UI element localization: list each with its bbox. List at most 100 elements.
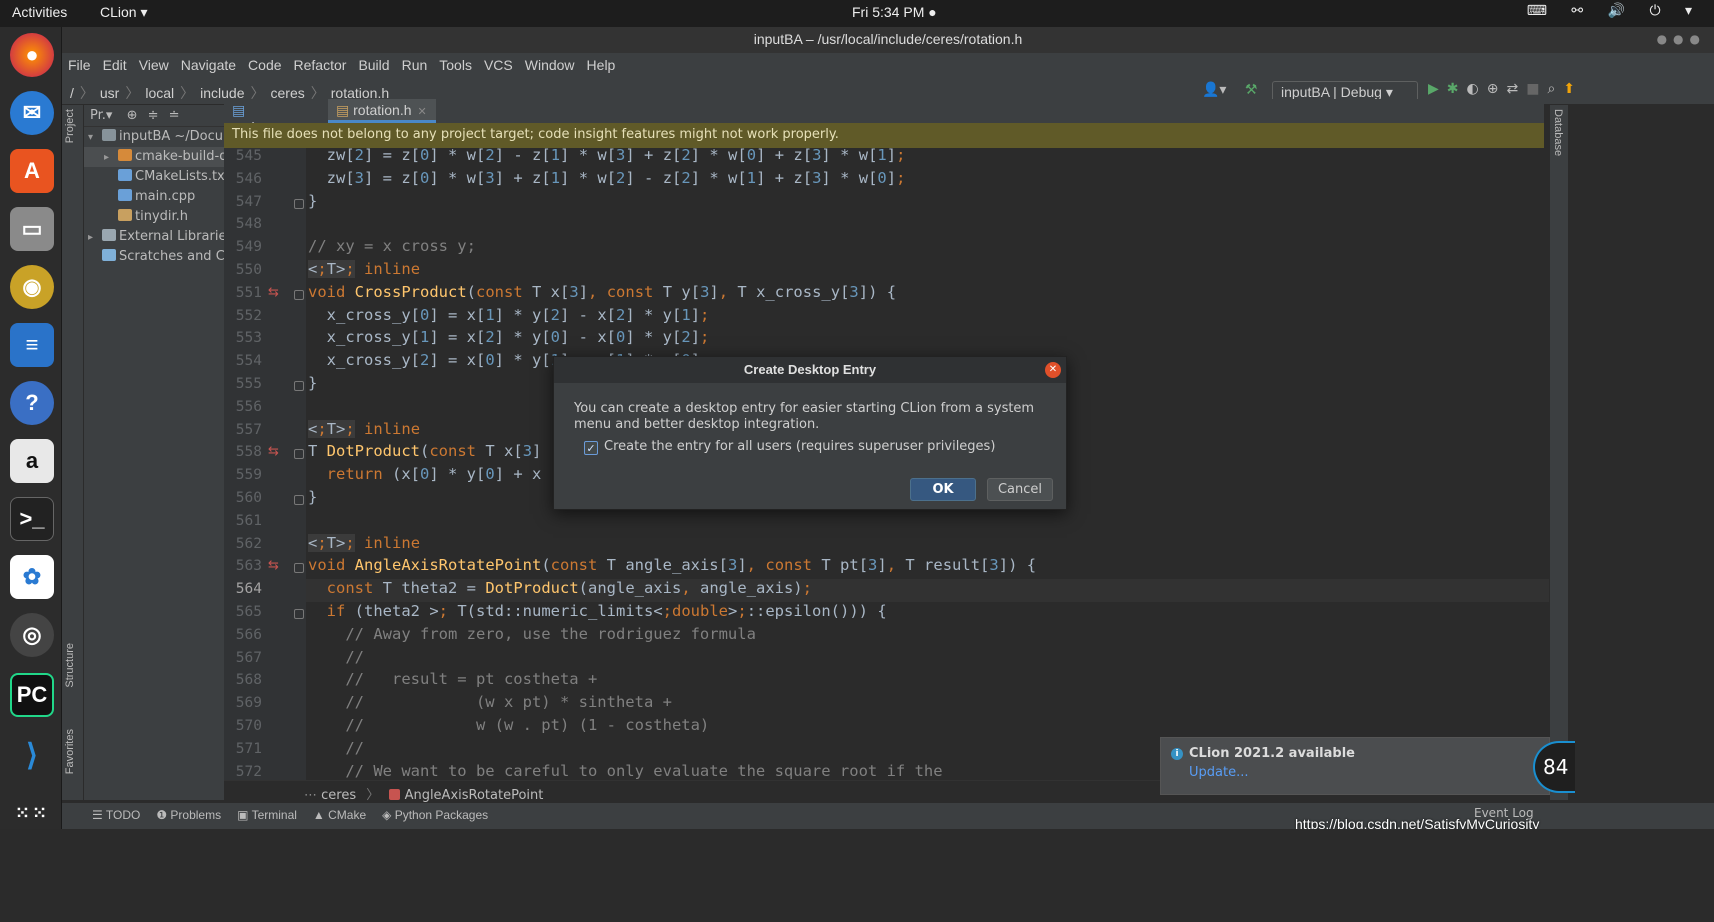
python-packages-tool-tab[interactable]: ◈ Python Packages [374,803,496,827]
fold-icon[interactable] [294,563,304,574]
eye-app-icon[interactable]: ◎ [10,613,54,657]
code-line[interactable]: zw[2] = z[0] * w[2] - z[1] * w[3] + z[2]… [308,148,906,164]
breadcrumb-usr[interactable]: usr [100,85,119,101]
code-line[interactable]: x_cross_y[1] = x[2] * y[0] - x[0] * y[2]… [308,328,710,346]
update-link[interactable]: Update... [1189,765,1521,780]
app-menu[interactable]: CLion ▾ [100,4,148,21]
project-tree-item[interactable]: tinydir.h [84,207,224,227]
attach-icon[interactable]: ⇄ [1506,81,1526,97]
thunderbird-icon[interactable]: ✉ [10,91,54,135]
help-icon[interactable]: ? [10,381,54,425]
fold-icon[interactable] [294,289,304,300]
menu-vcs[interactable]: VCS [478,53,519,73]
code-line[interactable]: } [308,192,317,210]
search-icon[interactable]: ⌕ [1547,81,1563,97]
activities-button[interactable]: Activities [12,4,67,20]
code-line[interactable]: // Away from zero, use the rodriguez for… [308,625,756,643]
window-controls[interactable]: ●●● [1657,32,1706,46]
code-line[interactable]: // result = pt costheta + [308,670,597,688]
code-line[interactable]: // xy = x cross y; [308,237,476,255]
vscode-icon[interactable]: ⟩ [10,733,54,777]
code-line[interactable]: const T theta2 = DotProduct(angle_axis, … [308,579,812,597]
menu-code[interactable]: Code [242,53,287,73]
menu-window[interactable]: Window [519,53,581,73]
code-line[interactable]: <;T>; inline [308,533,420,552]
expand-all-icon[interactable]: ≑ [148,108,159,123]
structure-tool-tab[interactable]: Structure [64,643,76,688]
baidu-netdisk-icon[interactable]: ✿ [10,555,54,599]
navigate-definition-icon[interactable]: ⇆ [268,285,279,300]
pycharm-icon[interactable]: PC [10,673,54,717]
navigate-definition-icon[interactable]: ⇆ [268,444,279,459]
code-line[interactable]: // [308,648,364,666]
menu-build[interactable]: Build [352,53,395,73]
menu-refactor[interactable]: Refactor [288,53,353,73]
code-line[interactable]: <;T>; inline [308,419,420,438]
project-tree-item[interactable]: Scratches and C [84,247,224,267]
collapse-all-icon[interactable]: ≐ [169,108,180,123]
menu-edit[interactable]: Edit [97,53,133,73]
code-line[interactable]: // We want to be careful to only evaluat… [308,762,942,780]
firefox-icon[interactable]: ● [10,33,54,77]
project-tree-item[interactable]: ▾ inputBA ~/Docu [84,127,224,147]
code-line[interactable]: void CrossProduct(const T x[3], const T … [308,283,896,301]
locate-icon[interactable]: ⊕ [127,108,138,123]
code-line[interactable]: } [308,374,317,392]
amazon-icon[interactable]: a [10,439,54,483]
database-tool-tab[interactable]: Database [1552,109,1564,156]
code-line[interactable]: void AngleAxisRotatePoint(const T angle_… [308,556,1036,574]
system-tray[interactable]: ⌨ ⚯ 🔊 ⏻ ▾ [1527,3,1702,19]
todo-tool-tab[interactable]: ☰ TODO [84,803,148,827]
menu-view[interactable]: View [133,53,175,73]
code-line[interactable]: // (w x pt) * sintheta + [308,693,672,711]
project-tree-item[interactable]: main.cpp [84,187,224,207]
clock[interactable]: Fri 5:34 PM ● [852,4,937,20]
code-line[interactable]: zw[3] = z[0] * w[3] + z[1] * w[2] - z[2]… [308,169,906,187]
code-line[interactable]: x_cross_y[0] = x[1] * y[2] - x[2] * y[1]… [308,306,710,324]
writer-icon[interactable]: ≡ [10,323,54,367]
close-icon[interactable]: ✕ [1045,362,1061,378]
software-center-icon[interactable]: A [10,149,54,193]
profile-icon[interactable]: ⊕ [1487,81,1507,97]
code-crumb-namespace[interactable]: ceres [321,788,356,803]
build-hammer-icon[interactable]: ⚒ [1245,82,1258,98]
run-icon[interactable]: ▶ [1428,81,1447,97]
menu-file[interactable]: File [62,53,97,73]
expand-arrow-icon[interactable]: ▾ [88,128,102,148]
favorites-tool-tab[interactable]: Favorites [64,729,76,774]
files-icon[interactable]: ▭ [10,207,54,251]
problems-tool-tab[interactable]: ❶ Problems [148,803,229,827]
expand-arrow-icon[interactable]: ▸ [88,228,102,248]
fold-icon[interactable] [294,198,304,209]
project-tree-item[interactable]: ▸ External Librarie [84,227,224,247]
tab-main-cpp[interactable]: ▤ main.cpp✕ [224,99,324,135]
code-line[interactable]: T DotProduct(const T x[3] [308,442,541,460]
cmake-tool-tab[interactable]: ▲ CMake [305,803,374,827]
project-tool-tab[interactable]: Project [64,109,76,143]
menu-navigate[interactable]: Navigate [175,53,242,73]
code-line[interactable]: return (x[0] * y[0] + x [308,465,542,483]
navigate-definition-icon[interactable]: ⇆ [268,558,279,573]
menu-run[interactable]: Run [396,53,434,73]
code-line[interactable]: } [308,488,317,506]
code-line[interactable]: <;T>; inline [308,260,420,278]
project-view-select[interactable]: Pr.▾ [90,108,112,123]
all-users-checkbox[interactable]: ✓ Create the entry for all users (require… [584,439,995,455]
rhythmbox-icon[interactable]: ◉ [10,265,54,309]
breadcrumb-local[interactable]: local [145,85,174,101]
cancel-button[interactable]: Cancel [987,478,1053,501]
coverage-icon[interactable]: ◐ [1467,81,1487,97]
code-line[interactable]: // w (w . pt) (1 - costheta) [308,716,709,734]
fold-icon[interactable] [294,381,304,391]
code-line[interactable]: // [308,739,364,757]
expand-arrow-icon[interactable]: ▸ [104,148,118,168]
code-line[interactable]: if (theta2 >; T(std::numeric_limits<;dou… [308,602,887,620]
tab-rotation-h[interactable]: ▤ rotation.h ✕ [328,99,436,123]
fold-icon[interactable] [294,495,304,505]
close-icon[interactable]: ✕ [418,106,427,118]
debug-icon[interactable]: ✱ [1447,81,1467,97]
fold-icon[interactable] [294,449,304,460]
fold-icon[interactable] [294,609,304,619]
menu-tools[interactable]: Tools [433,53,478,73]
stop-icon[interactable]: ■ [1526,81,1547,97]
